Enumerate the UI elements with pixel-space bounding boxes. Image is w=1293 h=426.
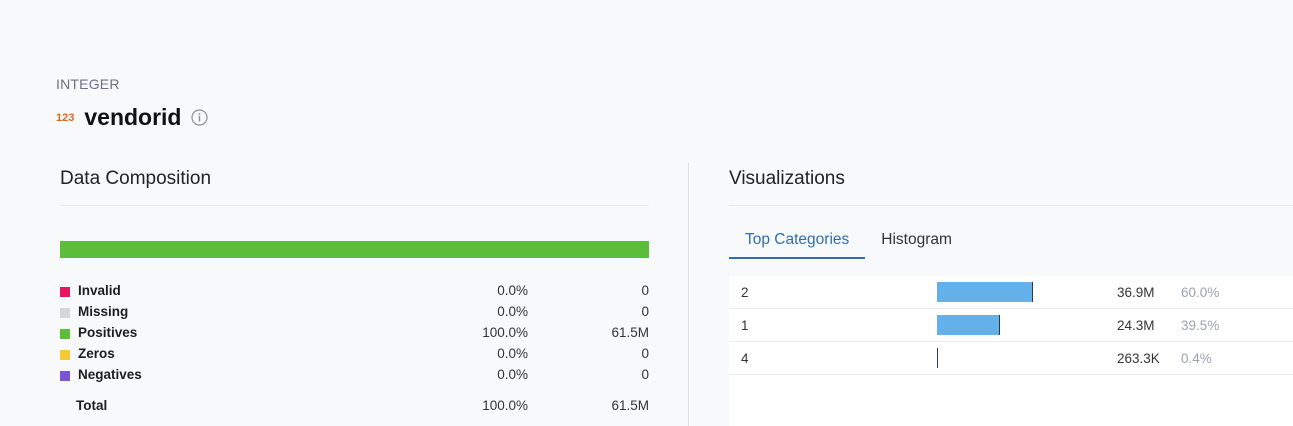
column-type-label: INTEGER	[56, 76, 120, 92]
divider	[729, 205, 1293, 206]
missing-swatch	[60, 308, 70, 318]
legend-label: Missing	[78, 304, 129, 319]
legend-label: Positives	[78, 325, 138, 340]
data-composition-panel: Data Composition Invalid 0.0% 0 Missing …	[60, 163, 649, 413]
legend-label: Zeros	[78, 346, 115, 361]
zeros-swatch	[60, 350, 70, 360]
category-name: 1	[741, 318, 749, 333]
info-icon[interactable]	[191, 108, 209, 126]
legend-row-missing: Missing 0.0% 0	[60, 303, 649, 324]
legend-label: Negatives	[78, 367, 142, 382]
category-name: 2	[741, 285, 749, 300]
category-bar-track	[937, 315, 1077, 335]
category-bar-track	[937, 282, 1077, 302]
category-row: 4 263.3K 0.4%	[729, 342, 1293, 375]
composition-segment-positives	[60, 241, 649, 258]
composition-bar	[60, 241, 649, 258]
tab-top-categories[interactable]: Top Categories	[729, 225, 866, 259]
legend-row-positives: Positives 100.0% 61.5M	[60, 324, 649, 345]
column-profile-page: INTEGER 123 vendorid Data Composition In…	[0, 0, 1293, 426]
category-count: 24.3M	[1117, 318, 1155, 333]
category-percent: 60.0%	[1181, 285, 1220, 300]
legend-label: Invalid	[78, 283, 121, 298]
legend-count: 0	[641, 367, 649, 382]
column-name: vendorid	[84, 103, 182, 130]
legend-row-invalid: Invalid 0.0% 0	[60, 282, 649, 303]
visualizations-title: Visualizations	[729, 168, 845, 189]
legend-count: 0	[641, 304, 649, 319]
category-bar-track	[937, 348, 1077, 368]
legend-row-negatives: Negatives 0.0% 0	[60, 366, 649, 387]
legend-count: 61.5M	[611, 325, 649, 340]
category-row: 2 36.9M 60.0%	[729, 276, 1293, 309]
category-count: 36.9M	[1117, 285, 1155, 300]
category-bar	[937, 348, 938, 368]
visualizations-panel: Visualizations Top Categories Histogram …	[729, 163, 1293, 426]
divider	[60, 205, 649, 206]
composition-legend: Invalid 0.0% 0 Missing 0.0% 0 Positives …	[60, 282, 649, 387]
data-composition-title: Data Composition	[60, 168, 212, 189]
legend-percent: 0.0%	[497, 304, 528, 319]
legend-percent: 100.0%	[482, 325, 528, 340]
legend-percent: 0.0%	[497, 346, 528, 361]
total-count: 61.5M	[611, 398, 649, 413]
column-title-row: 123 vendorid	[56, 102, 209, 132]
legend-row-zeros: Zeros 0.0% 0	[60, 345, 649, 366]
top-categories-table: 2 36.9M 60.0% 1 24.3M 39.5% 4 263.3K 0.4…	[729, 276, 1293, 426]
legend-count: 0	[641, 346, 649, 361]
positives-swatch	[60, 329, 70, 339]
category-name: 4	[741, 351, 749, 366]
invalid-swatch	[60, 287, 70, 297]
category-percent: 39.5%	[1181, 318, 1220, 333]
integer-type-icon: 123	[56, 112, 75, 124]
category-row: 1 24.3M 39.5%	[729, 309, 1293, 342]
negatives-swatch	[60, 371, 70, 381]
legend-percent: 0.0%	[497, 283, 528, 298]
panel-divider	[688, 163, 689, 426]
total-percent: 100.0%	[482, 398, 528, 413]
category-bar	[937, 282, 1033, 302]
category-bar	[937, 315, 1000, 335]
category-count: 263.3K	[1117, 351, 1160, 366]
category-percent: 0.4%	[1181, 351, 1212, 366]
legend-count: 0	[641, 283, 649, 298]
tab-histogram[interactable]: Histogram	[865, 225, 968, 257]
legend-percent: 0.0%	[497, 367, 528, 382]
visualization-tabs: Top Categories Histogram	[729, 225, 968, 261]
total-label: Total	[76, 398, 108, 413]
total-row: Total 100.0% 61.5M	[60, 397, 649, 417]
